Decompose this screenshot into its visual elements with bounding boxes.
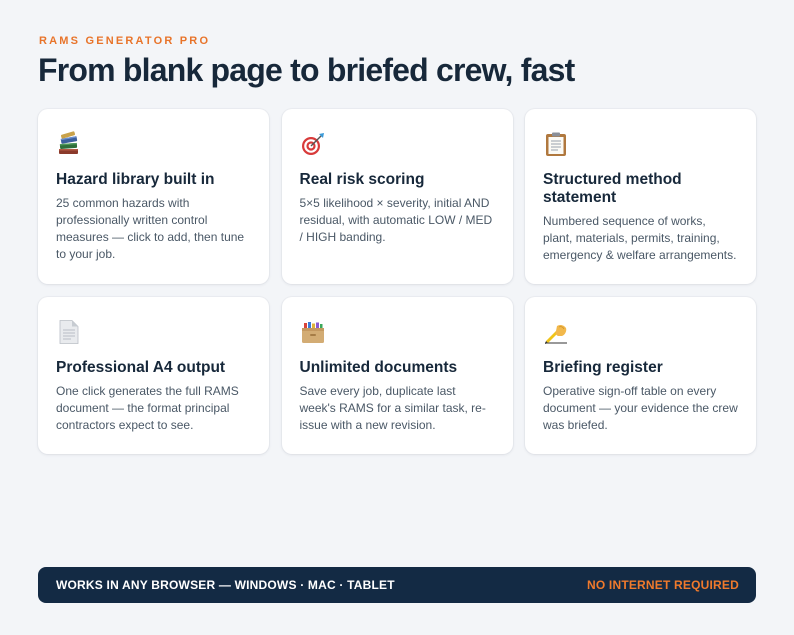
card-index-icon — [301, 322, 324, 343]
footer-banner: WORKS IN ANY BROWSER — WINDOWS · MAC · T… — [38, 567, 756, 603]
feature-card-unlimited-documents: Unlimited documents Save every job, dupl… — [281, 297, 513, 454]
feature-title: Real risk scoring — [299, 171, 425, 188]
feature-card-briefing-register: Briefing register Operative sign-off tab… — [525, 297, 756, 454]
feature-description: One click generates the full RAMS docume… — [56, 384, 239, 432]
feature-description: Numbered sequence of works, plant, mater… — [543, 214, 737, 262]
feature-title: Structured method statement — [543, 171, 682, 206]
feature-title: Hazard library built in — [56, 171, 215, 188]
feature-description: 25 common hazards with professionally wr… — [56, 196, 245, 261]
footer-offline-text: NO INTERNET REQUIRED — [586, 578, 739, 592]
feature-title: Professional A4 output — [56, 359, 226, 376]
feature-description: Save every job, duplicate last week's RA… — [299, 384, 486, 432]
footer-compatibility-text: WORKS IN ANY BROWSER — WINDOWS · MAC · T… — [56, 578, 395, 592]
writing-hand-icon — [545, 324, 567, 344]
feature-card-method-statement: Structured method statement Numbered seq… — [525, 109, 756, 284]
page-title: From blank page to briefed crew, fast — [38, 52, 575, 88]
feature-card-hazard-library: Hazard library built in 25 common hazard… — [38, 109, 269, 284]
feature-card-a4-output: Professional A4 output One click generat… — [38, 297, 269, 454]
target-icon — [301, 133, 324, 155]
feature-description: Operative sign-off table on every docume… — [543, 384, 738, 432]
feature-card-risk-scoring: Real risk scoring 5×5 likelihood × sever… — [281, 109, 513, 284]
feature-title: Briefing register — [543, 359, 663, 376]
feature-title: Unlimited documents — [299, 359, 458, 376]
feature-description: 5×5 likelihood × severity, initial AND r… — [299, 196, 493, 244]
eyebrow-label: RAMS GENERATOR PRO — [39, 35, 211, 47]
clipboard-icon — [546, 132, 566, 156]
feature-grid: Hazard library built in 25 common hazard… — [38, 109, 756, 454]
document-icon — [59, 320, 79, 344]
books-icon — [59, 131, 78, 154]
